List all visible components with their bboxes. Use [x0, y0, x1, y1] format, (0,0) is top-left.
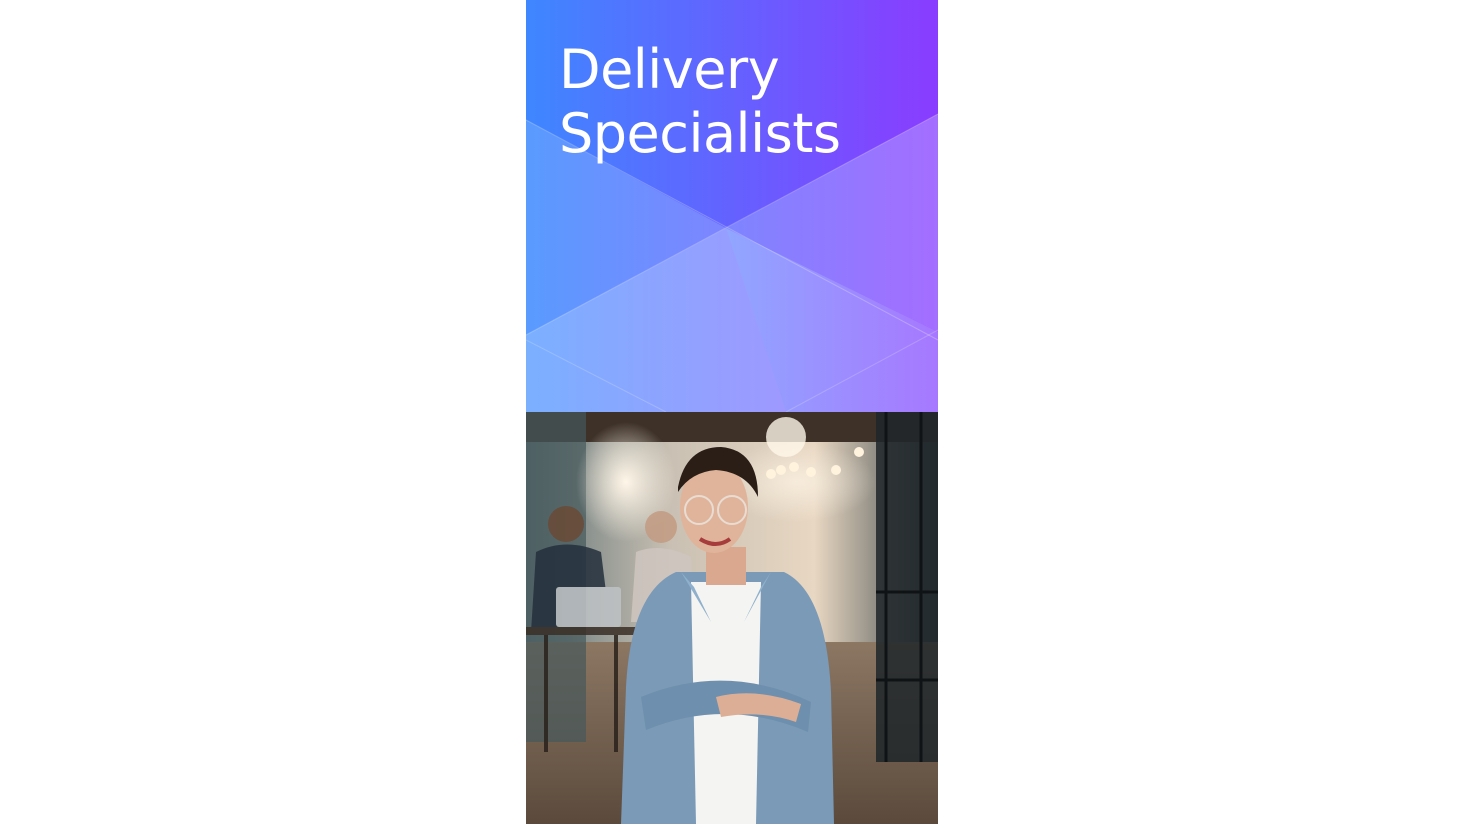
photo-illustration [526, 412, 938, 824]
banner-title-line-1: Delivery [559, 38, 780, 101]
specialist-photo [526, 412, 938, 824]
promo-card[interactable]: Delivery Specialists [526, 0, 938, 824]
banner-title-line-2: Specialists [559, 102, 841, 165]
banner-title: Delivery Specialists [559, 38, 919, 166]
page: Delivery Specialists [0, 0, 1464, 824]
hero-banner: Delivery Specialists [526, 0, 938, 412]
